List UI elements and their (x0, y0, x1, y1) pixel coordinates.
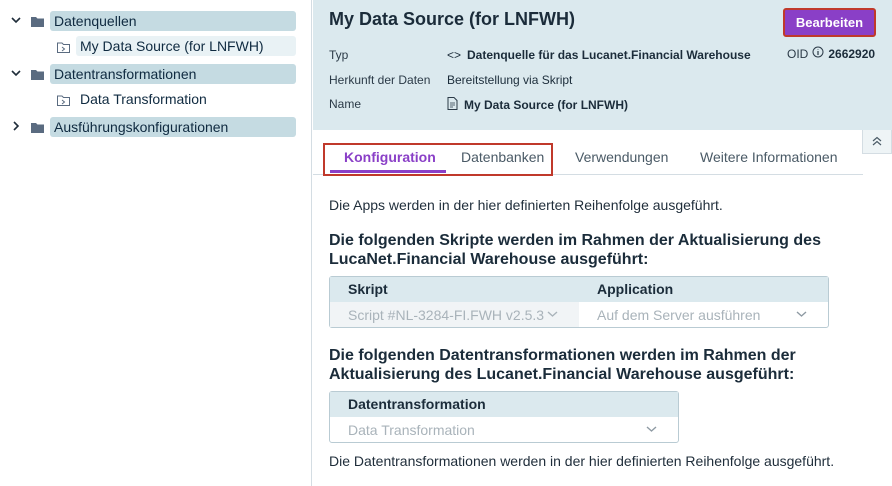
oid-label: OID (787, 46, 809, 61)
chevron-down-icon (796, 311, 807, 317)
sidebar-item-data-transformation[interactable]: Data Transformation (76, 89, 296, 109)
tab-weitere-informationen[interactable]: Weitere Informationen (700, 149, 837, 165)
chevron-right-icon[interactable] (9, 119, 23, 133)
table-row: Script #NL-3284-FI.FWH v2.5.3 Auf dem Se… (330, 302, 828, 327)
name-label: Name (329, 97, 362, 111)
col-datentransformation: Datentransformation (348, 396, 486, 412)
tree-row-datenquellen[interactable] (9, 10, 23, 30)
data-source-folder-icon (57, 40, 70, 58)
sidebar-item-datentransformationen[interactable]: Datentransformationen (50, 64, 296, 84)
tree-row-ausfuehrungskonfigurationen[interactable] (9, 116, 23, 136)
page-title: My Data Source (for LNFWH) (329, 9, 576, 29)
folder-icon (31, 14, 44, 32)
chevron-down-icon (646, 426, 657, 432)
sidebar-item-ausfuehrungskonfigurationen[interactable]: Ausführungskonfigurationen (50, 117, 296, 137)
scripts-table-header: Skript Application (330, 277, 828, 302)
script-select[interactable]: Script #NL-3284-FI.FWH v2.5.3 (330, 302, 579, 327)
typ-label: Typ (329, 48, 349, 62)
tab-verwendungen[interactable]: Verwendungen (575, 149, 668, 165)
transforms-table-header: Datentransformation (330, 392, 678, 417)
sidebar-item-datenquellen[interactable]: Datenquellen (50, 11, 296, 31)
application-select[interactable]: Auf dem Server ausführen (579, 302, 828, 327)
transforms-heading: Die folgenden Datentransformationen werd… (329, 347, 796, 383)
name-value-text: My Data Source (for LNFWH) (464, 98, 629, 112)
info-icon[interactable] (812, 46, 824, 61)
oid-value: 2662920 (828, 46, 876, 61)
transformation-select-value: Data Transformation (348, 421, 475, 438)
chevron-down-icon (547, 311, 558, 317)
sidebar: Datenquellen My Data Source (for LNFWH) … (0, 0, 312, 486)
application-select-value: Auf dem Server ausführen (597, 306, 761, 323)
name-value: My Data Source (for LNFWH) (447, 97, 628, 113)
chevron-down-icon[interactable] (9, 13, 23, 27)
sidebar-item-my-data-source[interactable]: My Data Source (for LNFWH) (76, 36, 296, 56)
transformation-select[interactable]: Data Transformation (330, 417, 678, 442)
col-skript: Skript (348, 281, 388, 297)
folder-icon (31, 120, 44, 138)
tabs-highlight-box (323, 143, 553, 176)
transforms-table: Datentransformation Data Transformation (329, 391, 679, 443)
code-icon: <> (447, 48, 462, 62)
scripts-table: Skript Application Script #NL-3284-FI.FW… (329, 276, 829, 328)
oid: OID 2662920 (787, 46, 875, 61)
data-transformation-folder-icon (57, 93, 70, 111)
herkunft-label: Herkunft der Daten (329, 73, 431, 87)
col-application: Application (597, 281, 674, 297)
chevron-down-icon[interactable] (9, 66, 23, 80)
table-row: Data Transformation (330, 417, 678, 442)
footer-note: Die Datentransformationen werden in der … (329, 453, 835, 469)
typ-value-text: Datenquelle für das Lucanet.Financial Wa… (467, 48, 751, 62)
script-select-value: Script #NL-3284-FI.FWH v2.5.3 (348, 306, 545, 323)
intro-text: Die Apps werden in der hier definierten … (329, 197, 723, 213)
folder-icon (31, 67, 44, 85)
scripts-heading: Die folgenden Skripte werden im Rahmen d… (329, 232, 821, 268)
herkunft-value: Bereitstellung via Skript (447, 73, 573, 87)
edit-button[interactable]: Bearbeiten (783, 8, 876, 37)
typ-value: <> Datenquelle für das Lucanet.Financial… (447, 48, 751, 62)
tree-row-datentransformationen[interactable] (9, 63, 23, 83)
document-icon (447, 97, 458, 113)
